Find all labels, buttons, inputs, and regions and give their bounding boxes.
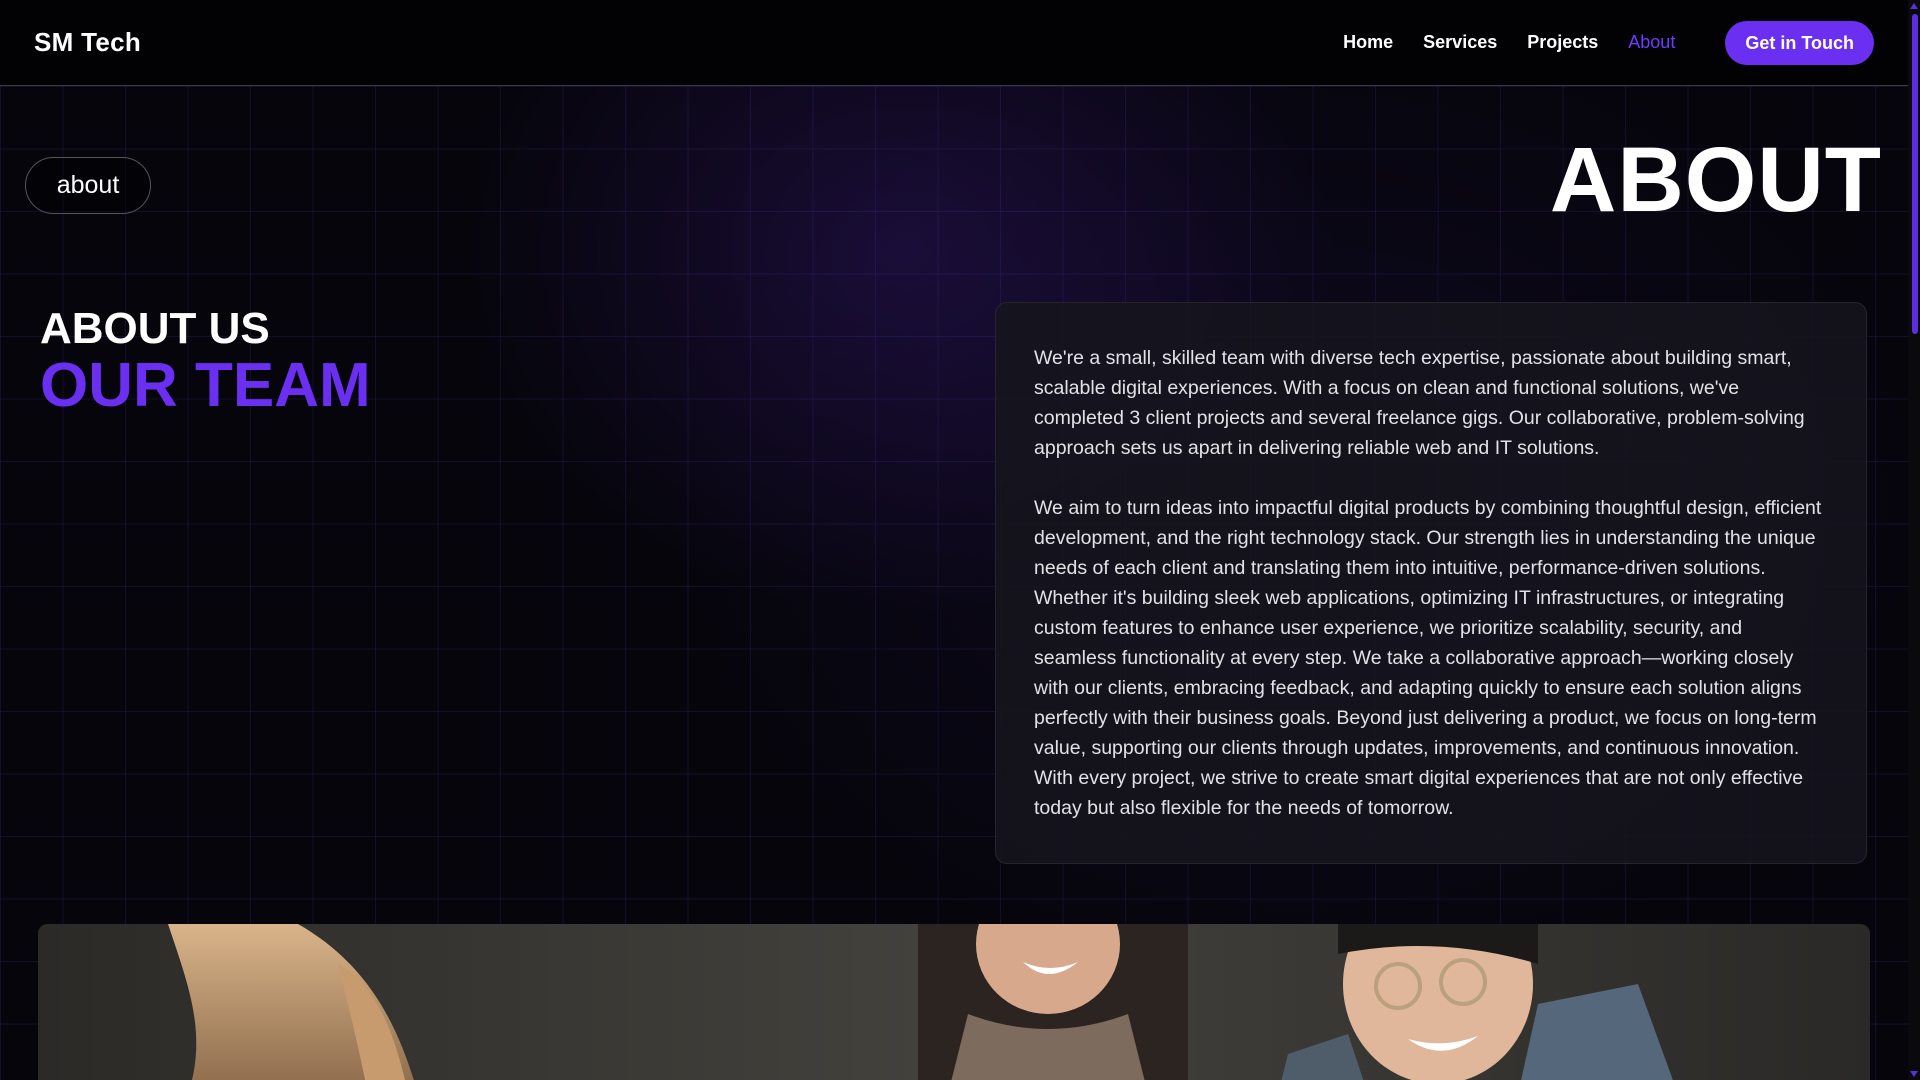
- nav-home[interactable]: Home: [1343, 32, 1393, 53]
- team-photo: [38, 924, 1870, 1080]
- site-header: SM Tech Home Services Projects About Get…: [0, 0, 1908, 86]
- section-heading: ABOUT US: [40, 304, 270, 353]
- logo[interactable]: SM Tech: [34, 27, 141, 58]
- page-title: ABOUT: [1549, 129, 1882, 231]
- scroll-down-arrow-icon[interactable]: [1910, 1071, 1918, 1077]
- scroll-up-arrow-icon[interactable]: [1910, 3, 1918, 9]
- page: SM Tech Home Services Projects About Get…: [0, 0, 1920, 1080]
- nav-projects[interactable]: Projects: [1527, 32, 1598, 53]
- about-card: We're a small, skilled team with diverse…: [995, 302, 1867, 864]
- scroll-thumb[interactable]: [1912, 14, 1918, 334]
- team-photo-illustration: [38, 924, 1870, 1080]
- section-subheading: OUR TEAM: [40, 351, 371, 420]
- main-nav: Home Services Projects About Get in Touc…: [1313, 20, 1874, 65]
- about-paragraph-2: We aim to turn ideas into impactful digi…: [1034, 497, 1822, 819]
- nav-services[interactable]: Services: [1423, 32, 1497, 53]
- about-paragraph-1: We're a small, skilled team with diverse…: [1034, 347, 1805, 459]
- page-scrollbar[interactable]: [1908, 0, 1920, 1080]
- get-in-touch-button[interactable]: Get in Touch: [1725, 20, 1874, 65]
- nav-about[interactable]: About: [1628, 32, 1675, 53]
- section-pill: about: [25, 157, 151, 214]
